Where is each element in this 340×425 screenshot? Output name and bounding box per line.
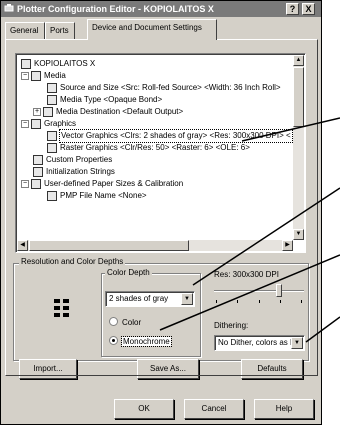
help-button[interactable]: Help [254, 399, 314, 419]
custom-properties-icon [33, 155, 43, 165]
collapse-icon[interactable]: − [21, 120, 29, 128]
collapse-icon[interactable]: − [21, 72, 29, 80]
tree-item-media-destination[interactable]: + Media Destination <Default Output> [33, 106, 183, 118]
pmp-file-icon [47, 191, 57, 201]
plotter-config-window: Plotter Configuration Editor - KOPIOLAIT… [0, 0, 322, 425]
graphics-icon [31, 119, 41, 129]
tree-item-media-type[interactable]: Media Type <Opaque Bond> [47, 94, 162, 106]
media-icon [31, 71, 41, 81]
raster-graphics-icon [47, 143, 57, 153]
scroll-right-button[interactable]: ▶ [282, 240, 293, 251]
window-title: Plotter Configuration Editor - KOPIOLAIT… [17, 4, 214, 14]
help-title-button[interactable]: ? [286, 3, 299, 15]
tree-item-init-strings[interactable]: Initialization Strings [33, 166, 115, 178]
tree-label: Source and Size <Src: Roll-fed Source> <… [60, 83, 281, 92]
tree-label-selected: Vector Graphics <Clrs: 2 shades of gray>… [59, 129, 293, 143]
tab-general[interactable]: General [5, 22, 45, 39]
tree-item-graphics[interactable]: − Graphics [21, 118, 76, 130]
tree-label: Media Type <Opaque Bond> [60, 95, 163, 104]
tree-label: Custom Properties [46, 155, 113, 164]
tree-item-custom-properties[interactable]: Custom Properties [33, 154, 112, 166]
tree-label: Media [44, 71, 66, 80]
tab-ports[interactable]: Ports [45, 22, 75, 39]
scroll-left-button[interactable]: ◀ [17, 240, 28, 251]
hscroll-thumb[interactable] [29, 240, 189, 251]
vector-graphics-icon [47, 131, 57, 141]
paper-sizes-icon [31, 179, 41, 189]
plotter-app-icon [4, 4, 14, 12]
settings-tree[interactable]: KOPIOLAITOS X − Media Source and Size <S… [15, 53, 306, 253]
tree-item-pmp-file[interactable]: PMP File Name <None> [47, 190, 147, 202]
tree-label: Graphics [44, 119, 77, 128]
tree-item-raster-graphics[interactable]: Raster Graphics <Clr/Res: 50> <Raster: 6… [47, 142, 250, 154]
title-bar: Plotter Configuration Editor - KOPIOLAIT… [1, 1, 321, 17]
tab-device-document-settings[interactable]: Device and Document Settings [87, 19, 217, 40]
media-type-icon [47, 95, 57, 105]
init-strings-icon [33, 167, 43, 177]
ok-button[interactable]: OK [114, 399, 174, 419]
tree-vertical-scrollbar[interactable]: ▲ ▼ [293, 55, 304, 240]
close-title-button[interactable]: X [302, 3, 315, 15]
tree-item-vector-graphics[interactable]: Vector Graphics <Clrs: 2 shades of gray>… [47, 129, 293, 143]
plotter-icon [21, 59, 31, 69]
scroll-up-button[interactable]: ▲ [293, 55, 304, 66]
scroll-down-button[interactable]: ▼ [293, 229, 304, 240]
expand-icon[interactable]: + [33, 108, 41, 116]
tree-label: Initialization Strings [46, 167, 115, 176]
cancel-button[interactable]: Cancel [184, 399, 244, 419]
source-size-icon [47, 83, 57, 93]
tree-label: User-defined Paper Sizes & Calibration [44, 179, 184, 188]
media-destination-icon [43, 107, 53, 117]
tree-item-root[interactable]: KOPIOLAITOS X [21, 58, 95, 70]
tree-label: PMP File Name <None> [60, 191, 147, 200]
tree-label: KOPIOLAITOS X [34, 59, 96, 68]
scroll-thumb[interactable] [293, 67, 304, 127]
tree-item-media[interactable]: − Media [21, 70, 66, 82]
tree-horizontal-scrollbar[interactable]: ◀ ▶ [17, 240, 293, 251]
tree-label: Raster Graphics <Clr/Res: 50> <Raster: 6… [60, 143, 250, 152]
collapse-icon[interactable]: − [21, 180, 29, 188]
tree-item-user-paper-sizes[interactable]: − User-defined Paper Sizes & Calibration [21, 178, 183, 190]
tree-item-source-size[interactable]: Source and Size <Src: Roll-fed Source> <… [47, 82, 281, 94]
tree-label: Media Destination <Default Output> [56, 107, 184, 116]
